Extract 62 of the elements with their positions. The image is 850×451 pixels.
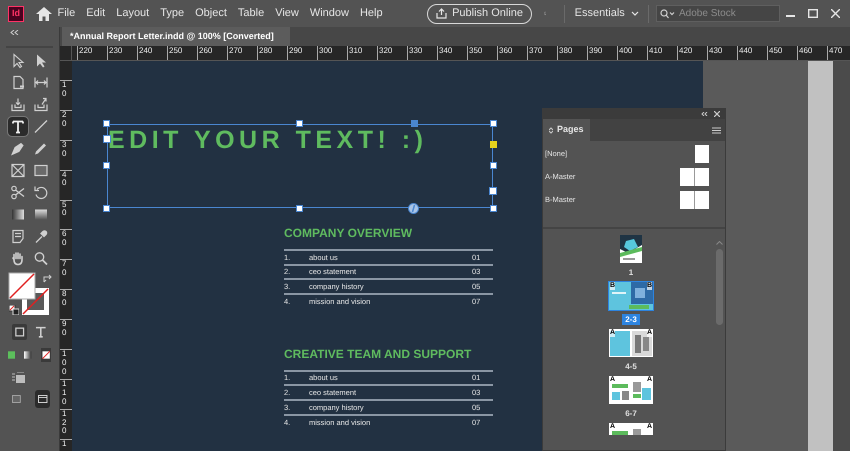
ruler-label: 230 [109,46,122,55]
ruler-label: 30 [62,140,68,158]
ruler-label: 330 [409,46,422,55]
ruler-label: 450 [769,46,782,55]
ruler-label: 240 [139,46,152,55]
menu-item[interactable]: Object [190,5,232,22]
ruler-label: 270 [229,46,242,55]
ruler-label: 370 [529,46,542,55]
pages-tab[interactable]: Pages [543,119,590,141]
ruler-label: 260 [199,46,212,55]
ruler-label: 100 [62,350,68,376]
menu-item[interactable]: Layout [112,5,154,22]
ruler-label: 350 [469,46,482,55]
menu-item[interactable]: Table [233,5,269,22]
page-label[interactable]: 1 [626,267,636,278]
ruler-label: 410 [649,46,662,55]
menu-item[interactable]: View [270,5,304,22]
ruler-label: 250 [169,46,182,55]
ruler-label: 440 [739,46,752,55]
ruler-label: 390 [589,46,602,55]
ruler-label: 360 [499,46,512,55]
ruler-label: 460 [799,46,812,55]
ruler-label: 220 [79,46,92,55]
ruler-label: 340 [439,46,452,55]
publish-online-button[interactable]: Publish Online [427,4,532,24]
ruler-label: 430 [709,46,722,55]
page-label[interactable]: 2-3 [622,314,640,325]
menu-item[interactable]: Help [355,5,388,22]
ruler-label: 20 [62,110,68,128]
ruler-label: 110 [62,380,68,406]
ruler-label: 70 [62,260,68,278]
ruler-label: 40 [62,170,68,188]
ruler-label: 420 [679,46,692,55]
ruler-label: 120 [62,410,68,436]
search-field[interactable]: Adobe Stock [656,5,780,22]
ruler-label: 400 [619,46,632,55]
ruler-label: 300 [319,46,332,55]
section-heading: CREATIVE TEAM AND SUPPORT [284,346,472,362]
ruler-label: 60 [62,230,68,248]
ruler-label: 1 [62,440,68,448]
ruler-label: 90 [62,320,68,338]
section-heading: COMPANY OVERVIEW [284,225,414,241]
page-label[interactable]: 6-7 [622,408,640,419]
ruler-label: 380 [559,46,572,55]
document-tab-title[interactable]: *Annual Report Letter.indd @ 100% [Converted] [70,30,274,44]
ruler-label: 50 [62,200,68,218]
menu-item[interactable]: Type [156,5,189,22]
ruler-label: 470 [829,46,842,55]
document-tab[interactable]: *Annual Report Letter.indd @ 100% [Converted] [62,27,290,46]
ruler-label: 280 [259,46,272,55]
ruler-label: 290 [289,46,302,55]
menu-item[interactable]: Edit [82,5,110,22]
ruler-label: 10 [62,81,68,99]
heading-text: EDIT YOUR TEXT! :) [108,125,428,155]
ruler-label: 80 [62,290,68,308]
workspace-dropdown[interactable]: Essentials [574,5,639,22]
app-logo: Id [8,6,24,22]
page-label[interactable]: 4-5 [622,361,640,372]
ruler-label: 310 [349,46,362,55]
ruler-label: 320 [379,46,392,55]
menu-item[interactable]: File [53,5,80,22]
menu-item[interactable]: Window [305,5,354,22]
